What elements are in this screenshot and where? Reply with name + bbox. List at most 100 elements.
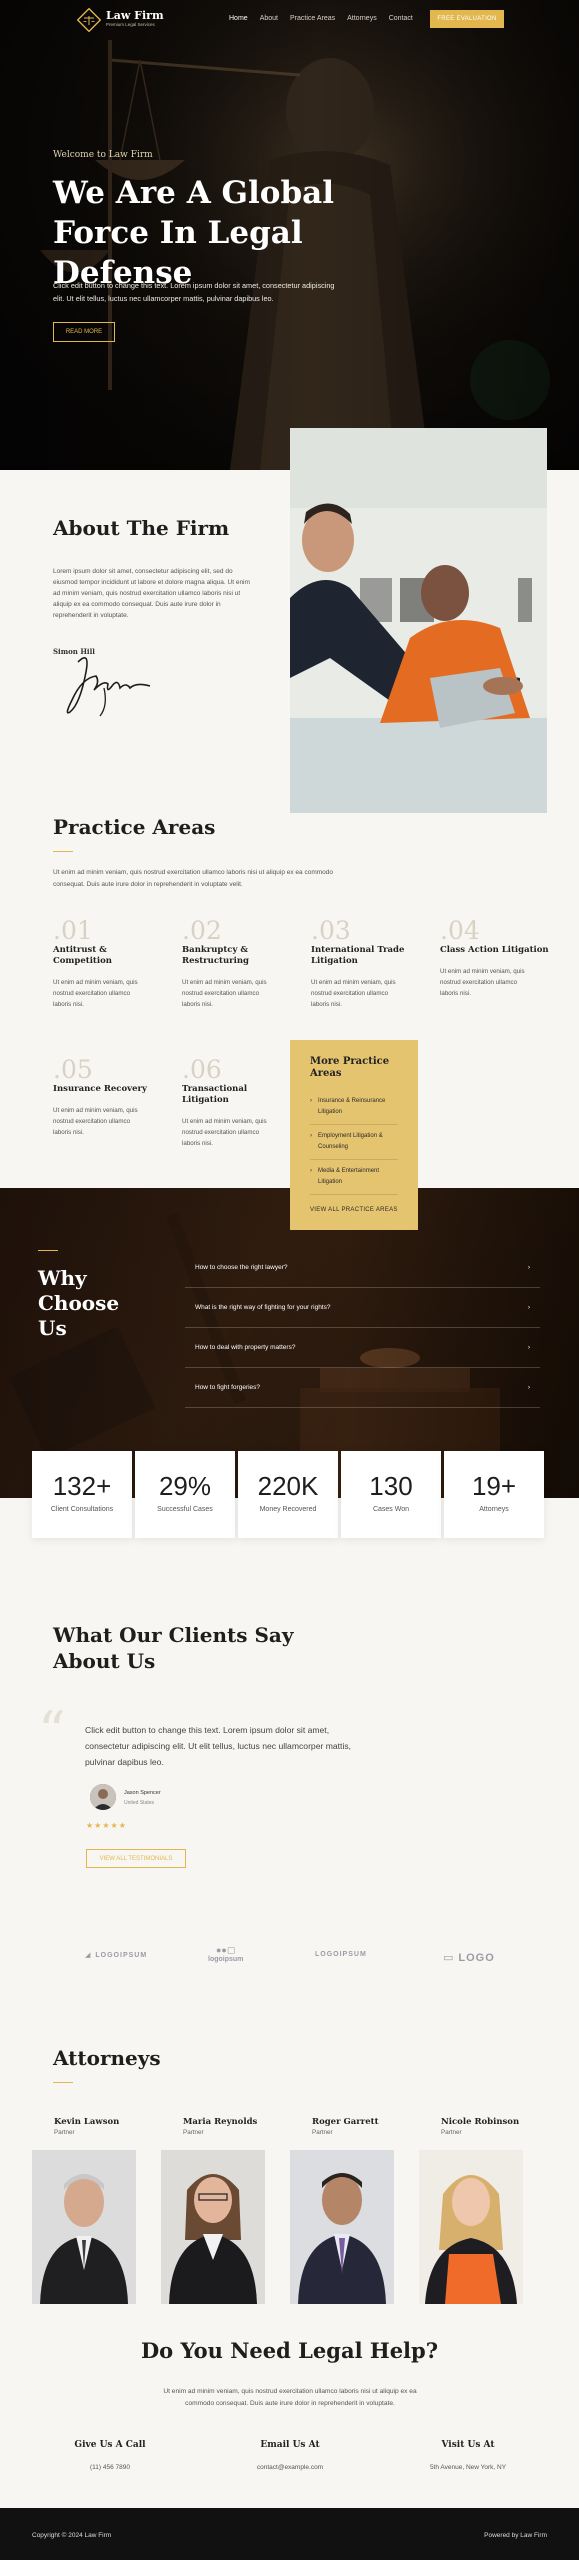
practice-area-card[interactable]: .04 Class Action Litigation Ut enim ad m…	[440, 918, 550, 999]
faq-item[interactable]: How to choose the right lawyer? ›	[185, 1248, 540, 1288]
faq-item[interactable]: How to deal with property matters? ›	[185, 1328, 540, 1368]
stat-value: 220K	[257, 1471, 319, 1501]
more-practice-item[interactable]: › Insurance & Reinsurance Litigation	[310, 1090, 398, 1125]
practice-area-number: .04	[440, 916, 480, 945]
attorney-card[interactable]: Roger Garrett Partner	[290, 2117, 394, 2136]
contact-phone: Give Us A Call (11) 456 7890	[40, 2440, 180, 2471]
client-logo-text: LOGOIPSUM	[95, 1951, 148, 1959]
brand-tagline: Premium Legal Services	[106, 22, 155, 27]
faq-question[interactable]: How to fight forgeries?	[195, 1384, 260, 1391]
chevron-right-icon[interactable]: ›	[528, 1264, 530, 1271]
attorney-card[interactable]: Maria Reynolds Partner	[161, 2117, 265, 2136]
testimonials-title: What Our Clients Say About Us	[53, 1623, 294, 1673]
practice-area-name[interactable]: Antitrust & Competition	[53, 945, 163, 967]
attorney-name[interactable]: Maria Reynolds	[183, 2117, 265, 2127]
stat-card: 132+ Client Consultations	[32, 1451, 132, 1538]
practice-areas-title: Practice Areas	[53, 815, 216, 839]
stat-label: Client Consultations	[50, 1506, 114, 1513]
client-logo: LOGOIPSUM	[315, 1951, 367, 1958]
practice-area-card[interactable]: .05 Insurance Recovery Ut enim ad minim …	[53, 1057, 163, 1138]
client-logo-text: logoipsum	[208, 1956, 244, 1963]
practice-area-name[interactable]: Class Action Litigation	[440, 945, 550, 956]
contact-value[interactable]: 5th Avenue, New York, NY	[398, 2464, 538, 2471]
practice-area-card[interactable]: .06 Transactional Litigation Ut enim ad …	[182, 1057, 292, 1149]
more-practice-label[interactable]: Media & Entertainment Litigation	[318, 1166, 398, 1188]
practice-area-name[interactable]: International Trade Litigation	[311, 945, 421, 967]
faq-question[interactable]: How to choose the right lawyer?	[195, 1264, 288, 1271]
attorney-role: Partner	[183, 2129, 204, 2136]
practice-area-number: .06	[182, 1055, 222, 1084]
attorney-photo[interactable]	[161, 2150, 265, 2304]
practice-area-card[interactable]: .01 Antitrust & Competition Ut enim ad m…	[53, 918, 163, 1010]
more-practice-label[interactable]: Insurance & Reinsurance Litigation	[318, 1096, 398, 1118]
attorneys-divider	[53, 2082, 73, 2083]
nav-practice-areas[interactable]: Practice Areas	[290, 15, 335, 22]
more-practice-item[interactable]: › Media & Entertainment Litigation	[310, 1160, 398, 1195]
free-evaluation-button[interactable]: FREE EVALUATION	[430, 10, 504, 28]
stat-value: 19+	[471, 1471, 517, 1501]
attorney-name[interactable]: Nicole Robinson	[441, 2117, 523, 2127]
faq-item[interactable]: How to fight forgeries? ›	[185, 1368, 540, 1408]
handshake-photo	[290, 428, 547, 813]
attorney-name[interactable]: Kevin Lawson	[54, 2117, 136, 2127]
attorney-photo[interactable]	[290, 2150, 394, 2304]
attorney-photo[interactable]	[419, 2150, 523, 2304]
practice-intro: Ut enim ad minim veniam, quis nostrud ex…	[53, 869, 333, 888]
contact-email: Email Us At contact@example.com	[220, 2440, 360, 2471]
contact-address: Visit Us At 5th Avenue, New York, NY	[398, 2440, 538, 2471]
client-logo-text: LOGOIPSUM	[315, 1951, 367, 1958]
attorney-photo[interactable]	[32, 2150, 136, 2304]
hero-title: We Are A Global Force In Legal Defense	[53, 175, 335, 291]
view-all-testimonials-button[interactable]: VIEW ALL TESTIMONIALS	[86, 1849, 186, 1868]
practice-area-text: Ut enim ad minim veniam, quis nostrud ex…	[440, 968, 525, 997]
faq-question[interactable]: What is the right way of fighting for yo…	[195, 1304, 330, 1311]
nav-about[interactable]: About	[260, 15, 278, 22]
practice-divider	[53, 851, 73, 852]
chevron-right-icon[interactable]: ›	[528, 1384, 530, 1391]
contact-title: Email Us At	[260, 2440, 320, 2450]
more-practice-areas-box: More Practice Areas › Insurance & Reinsu…	[290, 1040, 418, 1230]
faq-item[interactable]: What is the right way of fighting for yo…	[185, 1288, 540, 1328]
cta-title: Do You Need Legal Help?	[140, 2338, 439, 2363]
view-all-practice-areas-link[interactable]: VIEW ALL PRACTICE AREAS	[310, 1207, 398, 1213]
main-nav: Home About Practice Areas Attorneys Cont…	[229, 15, 413, 22]
more-practice-label[interactable]: Employment Litigation & Counseling	[318, 1131, 398, 1153]
hero-text: Click edit button to change this text. L…	[53, 281, 335, 303]
attorneys-title: Attorneys	[53, 2046, 161, 2070]
attorney-role: Partner	[312, 2129, 333, 2136]
scales-logo-icon[interactable]	[77, 8, 101, 32]
star-rating-icon: ★★★★★	[86, 1821, 127, 1830]
stat-card: 130 Cases Won	[341, 1451, 441, 1538]
about-text: Lorem ipsum dolor sit amet, consectetur …	[53, 568, 250, 619]
attorney-card[interactable]: Nicole Robinson Partner	[419, 2117, 523, 2136]
logo-mark-icon: ▭	[443, 1952, 455, 1964]
faq-question[interactable]: How to deal with property matters?	[195, 1344, 295, 1351]
attorney-card[interactable]: Kevin Lawson Partner	[32, 2117, 136, 2136]
stat-card: 29% Successful Cases	[135, 1451, 235, 1538]
practice-area-name[interactable]: Bankruptcy & Restructuring	[182, 945, 292, 967]
practice-area-name[interactable]: Insurance Recovery	[53, 1084, 163, 1095]
chevron-right-icon[interactable]: ›	[528, 1344, 530, 1351]
about-title: About The Firm	[53, 516, 230, 540]
contact-value[interactable]: contact@example.com	[220, 2464, 360, 2471]
stat-value: 130	[369, 1471, 413, 1501]
practice-area-card[interactable]: .03 International Trade Litigation Ut en…	[311, 918, 421, 1010]
logo-mark-icon: ●●▢	[216, 1945, 236, 1955]
nav-contact[interactable]: Contact	[389, 15, 413, 22]
nav-home[interactable]: Home	[229, 15, 248, 22]
why-title: Why Choose Us	[38, 1266, 120, 1340]
practice-area-card[interactable]: .02 Bankruptcy & Restructuring Ut enim a…	[182, 918, 292, 1010]
brand-name[interactable]: Law Firm	[106, 9, 164, 22]
practice-area-name[interactable]: Transactional Litigation	[182, 1084, 292, 1106]
read-more-button[interactable]: READ MORE	[53, 322, 115, 342]
footer: Copyright © 2024 Law Firm Powered by Law…	[0, 2508, 579, 2560]
attorney-name[interactable]: Roger Garrett	[312, 2117, 394, 2127]
avatar	[90, 1784, 116, 1810]
chevron-right-icon[interactable]: ›	[528, 1304, 530, 1311]
more-practice-item[interactable]: › Employment Litigation & Counseling	[310, 1125, 398, 1160]
arrow-right-icon: ›	[310, 1168, 312, 1174]
quote-icon: “	[38, 1700, 66, 1763]
powered-by-text[interactable]: Powered by Law Firm	[484, 2532, 547, 2539]
nav-attorneys[interactable]: Attorneys	[347, 15, 377, 22]
contact-value[interactable]: (11) 456 7890	[40, 2464, 180, 2471]
